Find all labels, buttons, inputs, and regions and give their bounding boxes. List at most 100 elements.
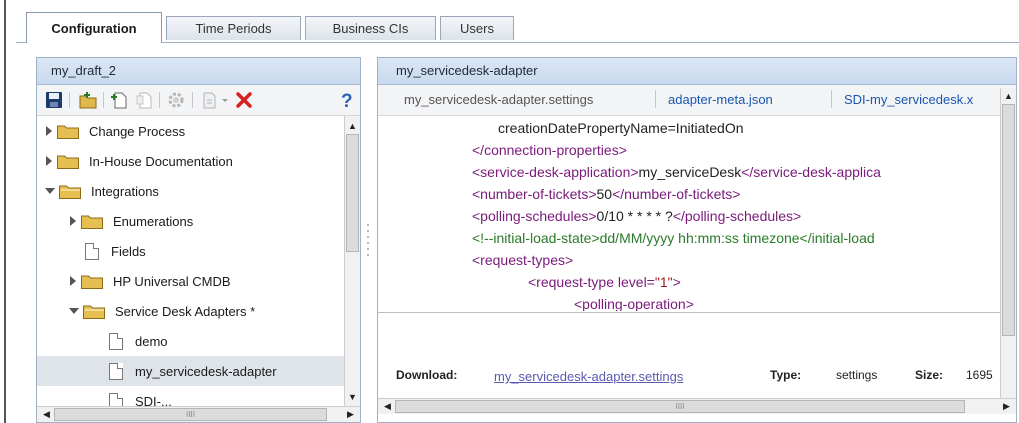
tree-item-label: Change Process — [89, 123, 186, 139]
editor-horizontal-scrollbar[interactable]: ◀ IIII ▶ — [378, 398, 1016, 414]
code-token: </polling-schedules> — [672, 208, 802, 224]
code-token: </connection-properties> — [472, 142, 627, 158]
code-line: <request-type level="1"> — [528, 274, 681, 290]
scroll-right-icon[interactable]: ▶ — [999, 399, 1014, 414]
size-label: Size: — [915, 368, 944, 382]
expand-arrow-icon[interactable] — [45, 126, 53, 136]
code-token: <!--initial-load-state>dd/MM/yyyy hh:mm:… — [472, 230, 875, 246]
editor-vertical-scrollbar[interactable]: ▲ ▼ — [1000, 88, 1016, 413]
tree-horizontal-scrollbar[interactable]: ◀ IIII ▶ — [37, 406, 360, 422]
svg-text:?: ? — [341, 91, 353, 109]
folder-icon — [57, 125, 79, 139]
doc-tab-sdi[interactable]: SDI-my_servicedesk.x — [844, 92, 973, 107]
download-info-row: Download: my_servicedesk-adapter.setting… — [378, 364, 1000, 388]
code-line: </connection-properties> — [472, 142, 627, 158]
document-tabs: my_servicedesk-adapter.settings adapter-… — [378, 85, 1016, 116]
doc-tab-separator — [831, 90, 832, 108]
code-token: </service-desk-applica — [741, 164, 881, 180]
window-left-edge — [4, 0, 6, 423]
import-icon[interactable] — [201, 91, 219, 109]
doc-tab-separator — [655, 90, 656, 108]
code-token: <polling-operation> — [574, 296, 694, 311]
tree-item-label: Integrations — [91, 183, 159, 199]
tab-business-cis[interactable]: Business CIs — [305, 16, 436, 40]
scroll-left-icon[interactable]: ◀ — [380, 399, 395, 414]
code-line: creationDatePropertyName=InitiatedOn — [498, 120, 744, 136]
new-folder-icon[interactable] — [79, 91, 97, 109]
tree-item-label: demo — [135, 333, 168, 349]
tree-vertical-scrollbar[interactable]: ▲ ▼ — [344, 116, 360, 406]
file-icon — [109, 392, 123, 406]
type-label: Type: — [770, 368, 802, 382]
code-token: creationDatePropertyName=InitiatedOn — [498, 120, 744, 136]
tree-item-my-servicedesk-adapter[interactable]: my_servicedesk-adapter — [37, 356, 344, 386]
main-tab-bar: Configuration Time Periods Business CIs … — [16, 0, 1019, 43]
download-label: Download: — [396, 368, 458, 382]
tree-item-integrations[interactable]: Integrations — [45, 176, 344, 206]
tree-item-label: In-House Documentation — [89, 153, 233, 169]
help-icon[interactable]: ? — [340, 91, 354, 109]
scroll-up-icon[interactable]: ▲ — [345, 118, 360, 133]
download-link[interactable]: my_servicedesk-adapter.settings — [494, 369, 683, 384]
tree-item-label: Enumerations — [113, 213, 194, 229]
toolbar-separator — [103, 92, 104, 108]
open-folder-icon — [83, 305, 105, 319]
doc-tab-settings[interactable]: my_servicedesk-adapter.settings — [404, 92, 593, 107]
expand-arrow-icon[interactable] — [45, 156, 53, 166]
code-line: <polling-schedules>0/10 * * * * ?</polli… — [472, 208, 801, 224]
code-line: <service-desk-application>my_serviceDesk… — [472, 164, 881, 180]
toolbar-separator — [69, 92, 70, 108]
scroll-down-icon[interactable]: ▼ — [345, 389, 360, 404]
expand-arrow-icon[interactable] — [69, 216, 77, 226]
new-file-icon[interactable] — [111, 91, 129, 109]
tree-item-in-house-documentation[interactable]: In-House Documentation — [45, 146, 344, 176]
copy-icon[interactable] — [135, 91, 153, 109]
file-icon — [109, 332, 123, 350]
code-token: <number-of-tickets> — [472, 186, 597, 202]
tree-item-fields[interactable]: Fields — [85, 236, 344, 266]
pane-splitter[interactable] — [366, 222, 370, 256]
save-icon[interactable] — [45, 91, 63, 109]
scroll-left-icon[interactable]: ◀ — [39, 407, 54, 422]
scroll-thumb[interactable] — [346, 134, 359, 252]
tree-item-enumerations[interactable]: Enumerations — [69, 206, 344, 236]
file-icon — [85, 242, 99, 260]
folder-icon — [57, 155, 79, 169]
code-token: > — [672, 274, 681, 290]
settings-code-view[interactable]: creationDatePropertyName=InitiatedOn </co… — [378, 116, 1000, 311]
tree-item-demo[interactable]: demo — [109, 326, 344, 356]
code-line: <polling-operation> — [574, 296, 694, 311]
editor-divider — [378, 312, 1000, 313]
scroll-right-icon[interactable]: ▶ — [343, 407, 358, 422]
expand-arrow-icon[interactable] — [69, 276, 77, 286]
tree-item-hp-universal-cmdb[interactable]: HP Universal CMDB — [69, 266, 344, 296]
tree-item-label: HP Universal CMDB — [113, 273, 231, 289]
delete-icon[interactable] — [235, 91, 253, 109]
tree-item-service-desk-adapters[interactable]: Service Desk Adapters * — [69, 296, 344, 326]
tab-configuration[interactable]: Configuration — [26, 12, 162, 43]
code-line: <!--initial-load-state>dd/MM/yyyy hh:mm:… — [472, 230, 875, 246]
tree-item-change-process[interactable]: Change Process — [45, 116, 344, 146]
code-token: <request-types> — [472, 252, 574, 268]
tree-item-label: my_servicedesk-adapter — [135, 363, 277, 379]
collapse-arrow-icon[interactable] — [45, 187, 55, 195]
draft-title: my_draft_2 — [37, 58, 360, 85]
scroll-up-icon[interactable]: ▲ — [1001, 88, 1016, 103]
scroll-thumb[interactable]: IIII — [54, 408, 327, 421]
tab-time-periods[interactable]: Time Periods — [166, 16, 301, 40]
scroll-thumb[interactable]: IIII — [395, 400, 965, 413]
collapse-arrow-icon[interactable] — [69, 307, 79, 315]
gear-icon[interactable] — [167, 91, 185, 109]
scroll-thumb[interactable] — [1002, 104, 1015, 336]
tree-item-sdi[interactable]: SDI-... — [109, 386, 344, 406]
size-value: 1695 — [966, 368, 993, 382]
tree-item-label: Service Desk Adapters * — [115, 303, 256, 319]
type-value: settings — [836, 368, 878, 382]
code-token: </number-of-tickets> — [612, 186, 741, 202]
toolbar-separator — [159, 92, 160, 108]
chevron-down-icon[interactable] — [220, 91, 230, 109]
adapter-title: my_servicedesk-adapter — [378, 58, 1016, 85]
doc-tab-meta-json[interactable]: adapter-meta.json — [668, 92, 773, 107]
tab-users[interactable]: Users — [440, 16, 514, 40]
code-token: level= — [617, 274, 655, 290]
